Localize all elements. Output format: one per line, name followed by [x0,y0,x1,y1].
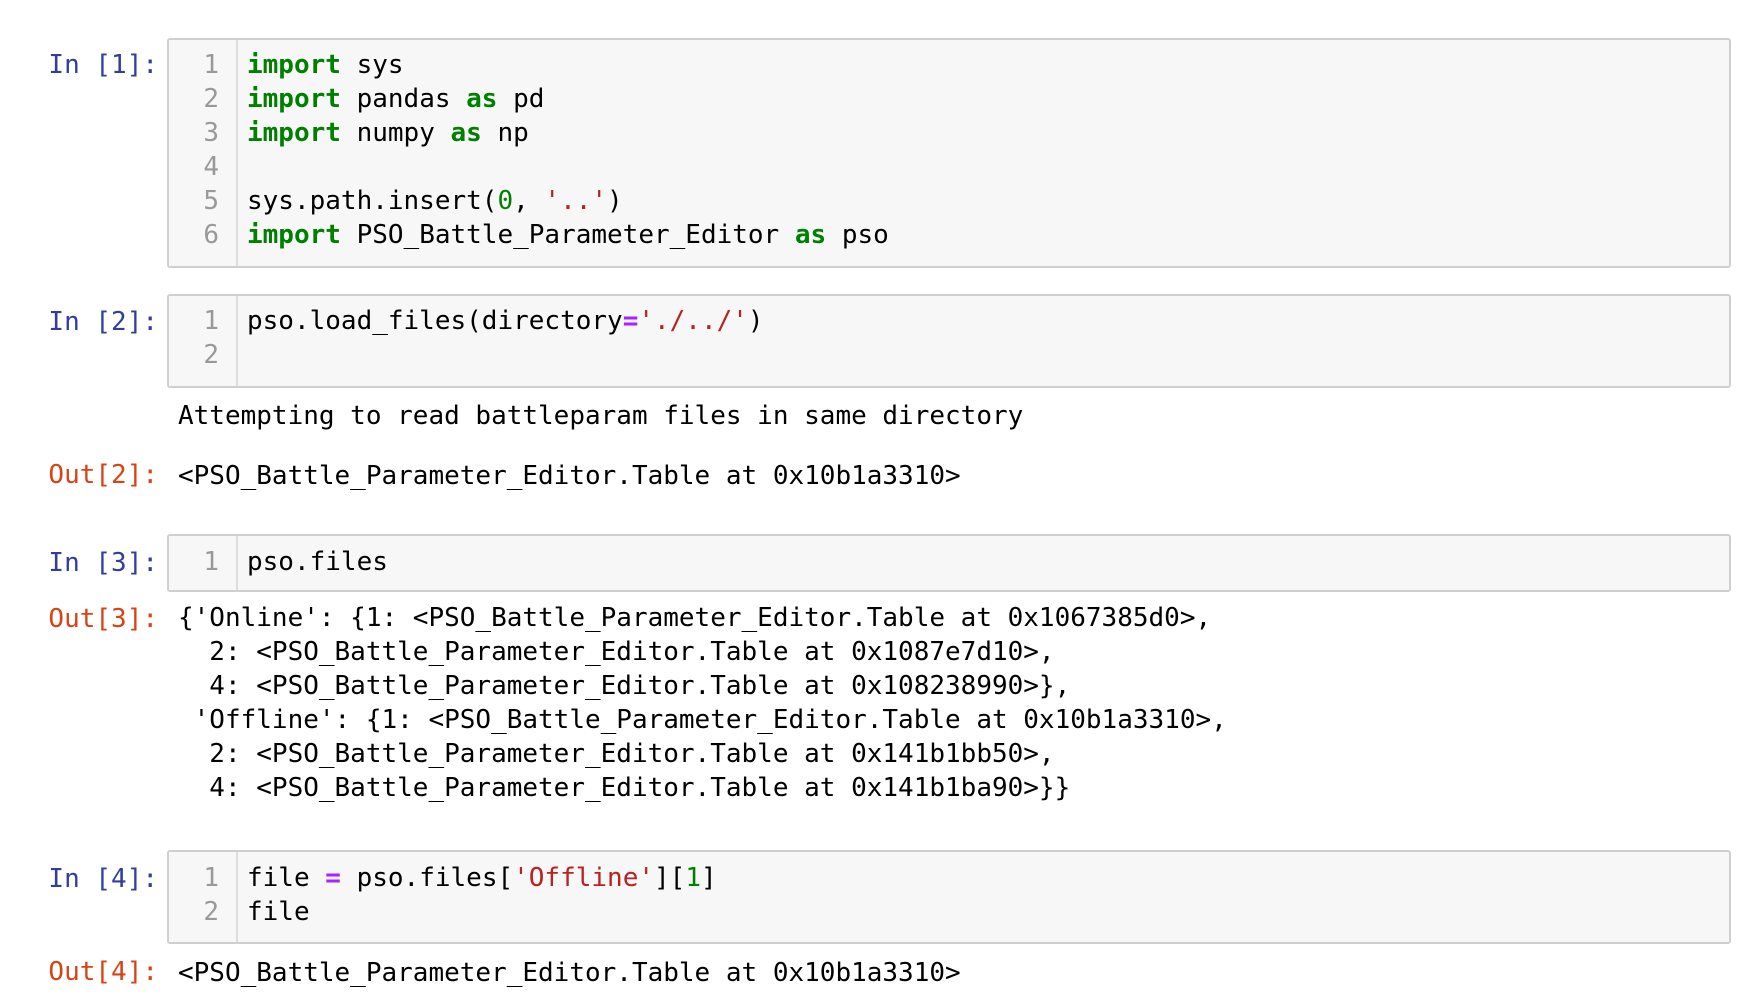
line-number: 1 [203,50,219,80]
output-line: 4: <PSO_Battle_Parameter_Editor.Table at… [178,671,1071,701]
code-token: import [247,50,341,80]
input-prompt: In [2]: [48,307,158,337]
code-line: 2 import pandas as pd [169,82,1729,116]
code-token: pso [826,220,889,250]
code-line: 4 [169,150,1729,184]
code-token: 1 [685,863,701,893]
code-line: 6 import PSO_Battle_Parameter_Editor as p… [169,218,1729,252]
code-line: 1 pso.files [169,545,1729,579]
line-number: 2 [203,340,219,370]
code-token: pso.load_files(directory [247,306,623,336]
code-token: pd [497,84,545,114]
output-prompt: Out[2]: [48,460,158,490]
code-token: './../' [638,306,748,336]
code-text: file [247,895,310,929]
line-number: 5 [203,186,219,216]
code-token: sys [340,50,404,80]
code-line: 1 import sys [169,48,1729,82]
code-token: ) [607,186,623,216]
line-number: 1 [203,547,219,577]
line-number: 6 [203,220,219,250]
output-result: <PSO_Battle_Parameter_Editor.Table at 0x… [178,958,961,988]
code-text: import PSO_Battle_Parameter_Editor as ps… [247,218,889,252]
code-token: 0 [497,186,514,216]
code-cell-3[interactable]: 1 pso.files [167,534,1731,592]
line-number: 4 [203,152,219,182]
code-token: import [247,84,341,114]
line-number: 2 [203,897,219,927]
code-line: 1 pso.load_files(directory='./../') [169,304,1729,338]
code-line: 3 import numpy as np [169,116,1729,150]
output-line: 2: <PSO_Battle_Parameter_Editor.Table at… [178,637,1055,667]
code-token: ][ [654,863,686,893]
code-text: import sys [247,48,404,82]
input-prompt: In [3]: [48,548,158,578]
code-cell-1[interactable]: 1 import sys 2 import pandas as pd 3 import n… [167,38,1731,268]
line-number: 3 [203,118,219,148]
output-line: 4: <PSO_Battle_Parameter_Editor.Table at… [178,773,1071,803]
code-line: 2 file [169,895,1729,929]
code-text: pso.files [247,545,388,579]
code-token: pandas [340,84,467,114]
line-number: 1 [203,306,219,336]
code-token: = [325,863,341,893]
code-cell-4[interactable]: 1 file = pso.files['Offline'][1] 2 file [167,850,1731,944]
code-token: as [466,84,498,114]
output-prompt: Out[4]: [48,957,158,987]
code-token: file [247,863,326,893]
output-line: {'Online': {1: <PSO_Battle_Parameter_Edi… [178,603,1212,633]
code-line: 2 [169,338,1729,372]
code-token: pso.files[ [340,863,514,893]
code-token: as [450,118,482,148]
code-text: import numpy as np [247,116,529,150]
code-token: ] [700,863,717,893]
code-cell-2[interactable]: 1 pso.load_files(directory='./../') 2 [167,294,1731,388]
code-text: import pandas as pd [247,82,544,116]
line-number: 1 [203,863,219,893]
code-token: pso.files [247,547,388,577]
output-line: 'Offline': {1: <PSO_Battle_Parameter_Edi… [178,705,1227,735]
code-token: sys.path.insert( [247,186,498,216]
line-number: 2 [203,84,219,114]
code-token: '..' [544,186,608,216]
input-prompt: In [4]: [48,864,158,894]
code-text: file = pso.files['Offline'][1] [247,861,717,895]
code-token: np [481,118,529,148]
code-token: import [247,118,341,148]
stream-output: Attempting to read battleparam files in … [178,401,1024,431]
output-line: 2: <PSO_Battle_Parameter_Editor.Table at… [178,739,1055,769]
output-result: <PSO_Battle_Parameter_Editor.Table at 0x… [178,461,961,491]
code-text: pso.load_files(directory='./../') [247,304,764,338]
code-token: = [622,306,639,336]
code-token: file [247,897,310,927]
code-token: ) [747,306,764,336]
output-prompt: Out[3]: [48,604,158,634]
code-text: sys.path.insert(0, '..') [247,184,623,218]
code-token: PSO_Battle_Parameter_Editor [340,220,795,250]
code-token: numpy [340,118,451,148]
code-token: 'Offline' [513,863,655,893]
code-line: 5 sys.path.insert(0, '..') [169,184,1729,218]
code-line: 1 file = pso.files['Offline'][1] [169,861,1729,895]
code-token: , [513,186,545,216]
code-token: as [794,220,827,250]
code-token: import [247,220,341,250]
input-prompt: In [1]: [48,50,158,80]
